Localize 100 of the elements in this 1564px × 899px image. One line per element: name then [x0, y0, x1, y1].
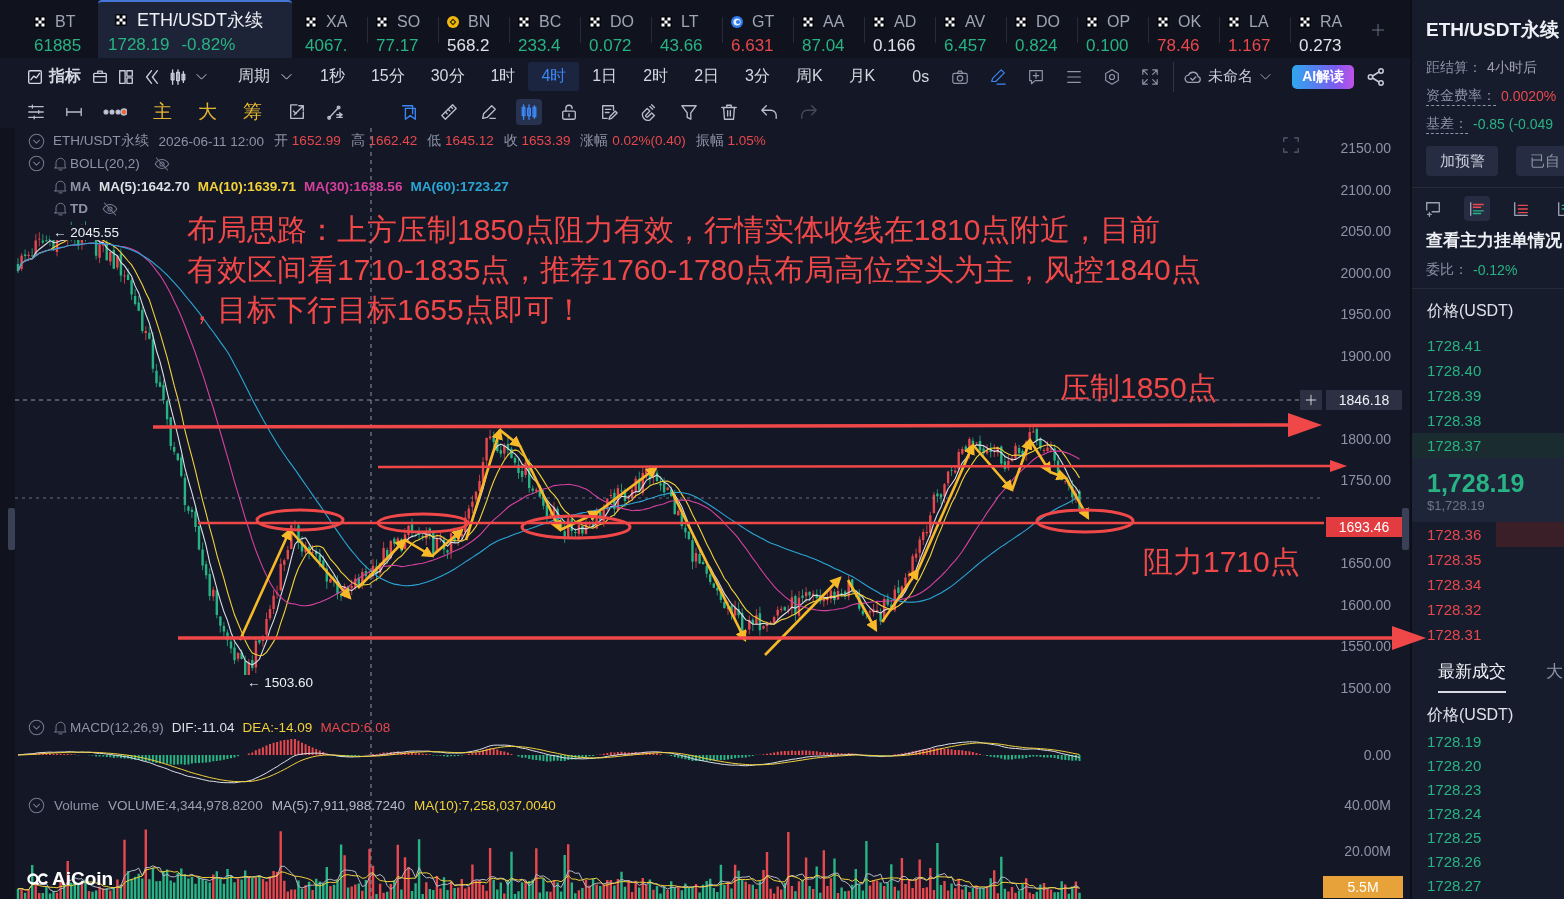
period-tab[interactable]: 月K [835, 62, 889, 91]
coin-logo-icon [1299, 16, 1311, 28]
symbol-tab[interactable]: OK 78.46 [1148, 0, 1219, 58]
quick-indicator-button[interactable]: 筹 [243, 98, 262, 125]
line-tool-icon[interactable] [326, 102, 344, 121]
collapse-toggle-icon[interactable] [28, 155, 45, 173]
period-tab[interactable]: 周K [782, 62, 836, 91]
ask-price: 1728.37 [1427, 437, 1482, 454]
stat-label: 资金费率： [1426, 86, 1496, 106]
symbol-tab[interactable]: LT 43.66 [651, 0, 722, 58]
ohlc-field: 低 1645.12 [427, 132, 494, 151]
column-header: 价格(USDT) [1426, 705, 1515, 725]
period-tab[interactable]: 3分 [732, 62, 783, 91]
add-alert-button[interactable] [1300, 390, 1322, 410]
collapse-toggle-icon[interactable] [28, 796, 45, 814]
symbol-tab[interactable]: GT 6.631 [722, 0, 793, 58]
market-title: ETH/USDT永续 [1425, 18, 1560, 42]
period-tab[interactable]: 2时 [630, 62, 682, 91]
symbol-tab[interactable]: BC 233.4 [509, 0, 580, 58]
indicator-label: MA [70, 178, 91, 194]
expand-icon[interactable] [1141, 67, 1160, 86]
symbol-tab[interactable]: DO 0.072 [580, 0, 651, 58]
bell-icon[interactable] [53, 178, 68, 194]
symbol-tab[interactable]: AA 87.04 [793, 0, 864, 58]
bid-price: 1728.35 [1427, 551, 1482, 568]
price-axis-label: 1600.00 [1340, 595, 1391, 614]
share-icon[interactable] [1366, 66, 1387, 87]
quick-indicator-button[interactable]: 大 [198, 98, 217, 125]
symbol-tab[interactable]: SO 77.17 [367, 0, 438, 58]
trade-price: 1728.19 [1427, 732, 1482, 750]
settings-sliders-icon[interactable] [27, 102, 45, 121]
indicators-button[interactable]: 指标 [26, 66, 81, 87]
bid-price: 1728.31 [1427, 626, 1482, 643]
panel-button[interactable]: 已自 [1516, 146, 1564, 176]
square-arrow-icon[interactable] [288, 102, 306, 121]
symbol-tab[interactable]: BN 568.2 [438, 0, 509, 58]
bid-price: 1728.36 [1427, 526, 1482, 543]
coin-logo-icon [1086, 16, 1098, 28]
macd-axis-label: 0.00 [1363, 746, 1391, 764]
ohlc-field: 收 1653.39 [503, 132, 571, 151]
settings-icon[interactable] [1103, 67, 1122, 86]
symbol-tab[interactable]: XA 4067. [296, 0, 367, 58]
price-axis-label: 2100.00 [1340, 180, 1391, 199]
coin-logo-icon [589, 16, 601, 28]
ohlc-field: 振幅 1.05% [695, 132, 766, 151]
support-label: 阻力1710点 [1143, 544, 1300, 580]
ma-value: MA(10):1639.71 [197, 178, 297, 194]
ai-button[interactable]: AI解读 [1292, 64, 1355, 89]
symbol-tab[interactable]: LA 1.167 [1219, 0, 1290, 58]
symbol-tab[interactable]: RA 0.273 [1290, 0, 1361, 58]
period-tab[interactable]: 1日 [579, 62, 631, 91]
bid-price: 1728.32 [1427, 601, 1482, 618]
symbol-label: ETH/USDT永续 [53, 132, 149, 151]
bell-icon[interactable] [53, 156, 68, 172]
ask-price: 1728.38 [1427, 412, 1482, 429]
period-dropdown[interactable]: 周期 [238, 66, 293, 87]
double-chevron-icon[interactable] [143, 67, 161, 86]
coin-logo-icon [447, 16, 459, 28]
trades-tab[interactable]: 大 [1546, 653, 1563, 693]
symbol-tab[interactable]: ETH/USDT永续 1728.19 -0.82% [98, 0, 292, 58]
ma-value: MA(60):1723.27 [410, 178, 509, 194]
coin-logo-icon [873, 16, 885, 28]
collapse-handle[interactable] [1402, 508, 1409, 550]
symbol-tab[interactable]: AD 0.166 [864, 0, 935, 58]
price-axis-label: 1950.00 [1340, 305, 1391, 323]
period-tab[interactable]: 1时 [477, 62, 529, 91]
trades-tab[interactable]: 最新成交 [1438, 653, 1506, 693]
briefcase-icon[interactable] [91, 67, 109, 86]
more-dots-icon[interactable] [103, 106, 127, 117]
symbol-tab[interactable]: AV 6.457 [935, 0, 1006, 58]
layout-dropdown[interactable]: 未命名 [1184, 67, 1273, 86]
ma-value: MA(30):1638.56 [304, 178, 403, 194]
depth-title[interactable]: 查看主力挂单情况 [1412, 224, 1564, 252]
coin-logo-icon [1228, 16, 1240, 28]
period-tab[interactable]: 2日 [681, 62, 733, 91]
quick-indicator-button[interactable]: 主 [153, 98, 172, 125]
volume-value: MA(5):7,911,988.7240 [271, 797, 405, 813]
pen-icon[interactable] [989, 67, 1008, 86]
period-tab[interactable]: 15分 [357, 62, 418, 91]
period-tab[interactable]: 4时 [528, 62, 580, 91]
period-tab[interactable]: 1秒 [307, 62, 358, 91]
layout-icon[interactable] [117, 67, 135, 86]
coin-logo-icon [34, 16, 46, 28]
price-axis-label: 2050.00 [1340, 222, 1391, 240]
symbol-tab[interactable]: BT 61885 [25, 0, 96, 58]
candlestick-icon[interactable] [169, 67, 187, 86]
trade-price: 1728.25 [1427, 828, 1482, 846]
price-axis-label: 1800.00 [1340, 429, 1391, 448]
collapse-handle[interactable] [8, 508, 15, 550]
panel-button[interactable]: 加预警 [1426, 146, 1498, 176]
eye-off-icon[interactable] [153, 155, 170, 172]
volume-tag: 5.5M [1323, 876, 1403, 898]
coin-logo-icon [305, 16, 317, 28]
symbol-tab[interactable]: OP 0.100 [1077, 0, 1148, 58]
coin-logo-icon [518, 16, 530, 28]
add-comment-icon[interactable] [1027, 67, 1046, 86]
symbol-tab[interactable]: DO 0.824 [1006, 0, 1077, 58]
collapse-toggle-icon[interactable] [28, 132, 45, 150]
column-header: 价格(USDT) [1426, 301, 1515, 321]
period-tab[interactable]: 30分 [417, 62, 478, 91]
